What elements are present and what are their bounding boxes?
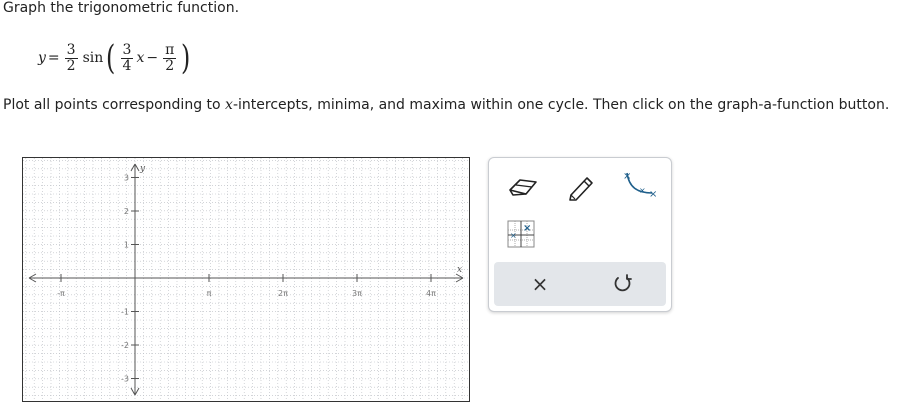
y-axis-label: y: [139, 164, 146, 174]
graph-function-icon: × ×: [507, 220, 535, 248]
amplitude-fraction: 3 2: [64, 41, 78, 74]
frequency-fraction: 3 4: [120, 41, 134, 74]
clear-button[interactable]: ×: [524, 268, 556, 300]
x-tick-label: 4π: [426, 289, 436, 298]
plot-instruction-suffix: -intercepts, minima, and maxima within o…: [232, 97, 890, 113]
graph-area[interactable]: x y -π π 2π 3π 4π -3 -2 -1 1 2 3: [22, 157, 470, 402]
equation: y = 3 2 sin ( 3 4 x − π 2 ): [38, 36, 193, 80]
pencil-icon: [569, 177, 593, 201]
x-tick-label: π: [207, 289, 212, 298]
x-tick-label: 3π: [352, 289, 362, 298]
curve-tool-icon: × × ×: [623, 171, 657, 200]
x-tick-label: -π: [57, 289, 65, 298]
frequency-denominator: 4: [122, 57, 132, 74]
x-axis-label: x: [457, 265, 462, 275]
pencil-button[interactable]: [561, 170, 601, 204]
tool-panel: × × × × × ×: [488, 157, 672, 312]
svg-text:×: ×: [510, 231, 517, 240]
equation-minus: −: [146, 50, 159, 66]
curve-tool-button[interactable]: × × ×: [619, 168, 659, 204]
amplitude-denominator: 2: [66, 57, 76, 74]
right-paren: ): [181, 38, 191, 78]
shift-denominator: 2: [165, 57, 175, 74]
eraser-button[interactable]: [503, 170, 543, 204]
left-paren: (: [106, 38, 116, 78]
frequency-numerator: 3: [120, 41, 134, 59]
svg-text:×: ×: [649, 189, 657, 200]
y-tick-label: 1: [124, 241, 129, 250]
shift-numerator: π: [163, 41, 177, 59]
undo-icon: [614, 274, 632, 292]
shift-fraction: π 2: [163, 41, 177, 74]
graph-canvas[interactable]: x y -π π 2π 3π 4π -3 -2 -1 1 2 3: [23, 158, 469, 401]
undo-button[interactable]: [607, 268, 639, 300]
equation-lhs: y: [38, 50, 46, 66]
equation-equals: =: [47, 50, 60, 66]
graph-function-button[interactable]: × ×: [505, 218, 537, 250]
svg-text:×: ×: [639, 186, 646, 195]
y-tick-label: 2: [124, 207, 129, 216]
y-tick-label: -1: [121, 308, 129, 317]
action-bar: ×: [494, 262, 666, 306]
eraser-icon: [509, 179, 537, 196]
equation-func: sin: [82, 50, 104, 66]
amplitude-numerator: 3: [64, 41, 78, 59]
y-tick-label: -3: [121, 375, 129, 384]
instruction-heading: Graph the trigonometric function.: [3, 0, 240, 16]
plot-instruction-var: x: [225, 97, 233, 113]
y-tick-label: 3: [124, 174, 129, 183]
plot-instruction: Plot all points corresponding to x-inter…: [3, 97, 889, 113]
equation-var: x: [136, 50, 145, 66]
clear-icon: ×: [531, 272, 549, 296]
x-tick-label: 2π: [278, 289, 288, 298]
y-tick-label: -2: [121, 341, 129, 350]
plot-instruction-prefix: Plot all points corresponding to: [3, 97, 226, 113]
svg-text:×: ×: [623, 171, 631, 182]
svg-text:×: ×: [523, 223, 531, 234]
